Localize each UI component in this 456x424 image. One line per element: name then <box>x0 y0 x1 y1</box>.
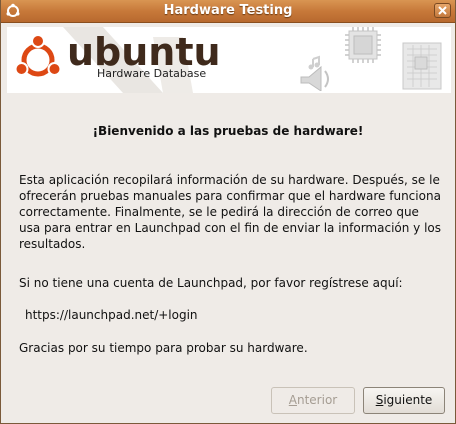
close-icon <box>438 6 447 15</box>
window-title: Hardware Testing <box>163 3 293 18</box>
speaker-icon <box>300 55 329 91</box>
chip-icon <box>345 27 381 63</box>
previous-button[interactable]: Anterior <box>271 387 355 414</box>
thanks-text: Gracias por su tiempo para probar su har… <box>19 341 308 355</box>
ubuntu-logo-icon <box>15 34 61 77</box>
banner-subtitle: Hardware Database <box>97 67 207 80</box>
welcome-heading: ¡Bienvenido a las pruebas de hardware! <box>92 124 364 138</box>
next-button-label: iguiente <box>383 393 433 407</box>
title-bar[interactable]: Hardware Testing <box>1 0 455 23</box>
previous-button-mnemonic: A <box>288 393 297 407</box>
hardware-testing-window: Hardware Testing ubuntu Hardware Databas… <box>0 0 456 424</box>
intro-text: Esta aplicación recopilará información d… <box>19 173 442 251</box>
register-prompt: Si no tiene una cuenta de Launchpad, por… <box>19 276 403 290</box>
ubuntu-banner: ubuntu Hardware Database <box>7 27 451 93</box>
close-button[interactable] <box>434 3 451 18</box>
next-button[interactable]: Siguiente <box>363 387 445 414</box>
register-link[interactable]: https://launchpad.net/+login <box>25 307 449 323</box>
circuit-board-icon <box>402 42 442 90</box>
previous-button-label: nterior <box>296 393 338 407</box>
